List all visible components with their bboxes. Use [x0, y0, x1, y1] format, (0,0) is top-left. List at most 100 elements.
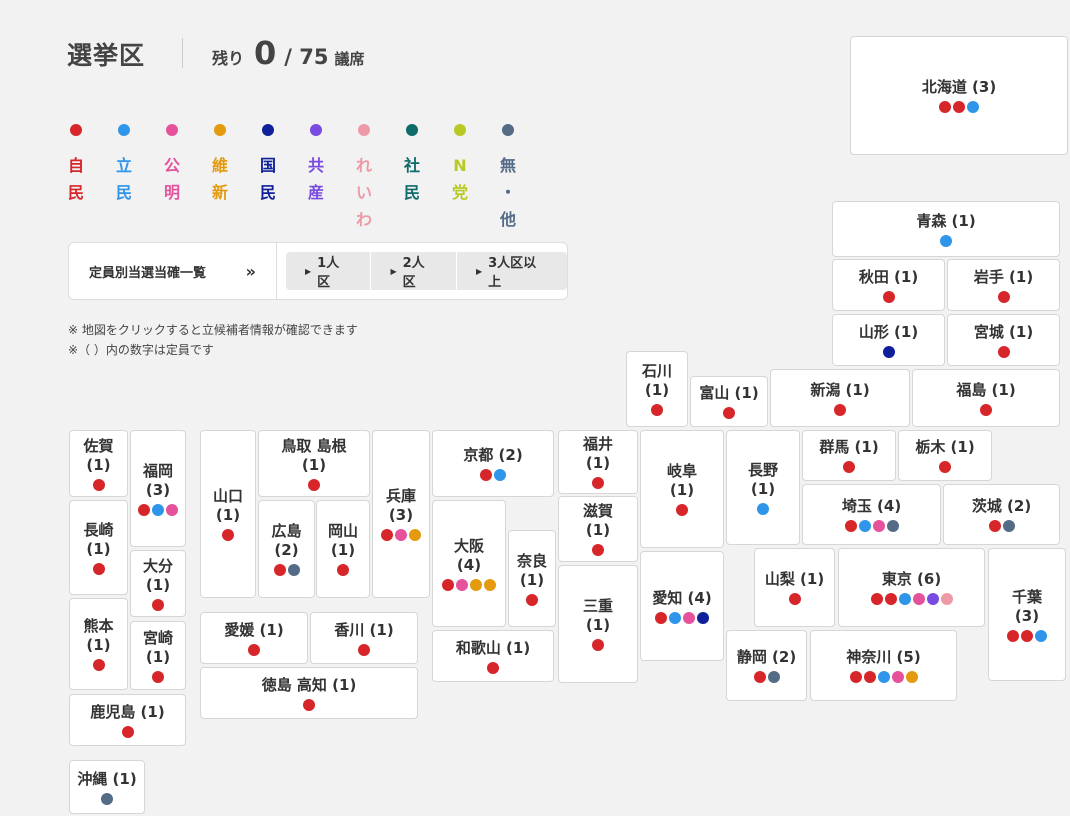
prefecture-niigata[interactable]: 新潟 (1): [770, 369, 910, 427]
prefecture-miyagi[interactable]: 宮城 (1): [947, 314, 1060, 366]
prefecture-okayama[interactable]: 岡山 (1): [316, 500, 370, 598]
notes: ※ 地図をクリックすると立候補者情報が確認できます ※（ ）内の数字は定員です: [68, 320, 358, 360]
party-color-dot: [166, 124, 178, 136]
two-seat-district-button[interactable]: ▶ 2人区: [371, 252, 457, 290]
prefecture-name: 佐賀 (1): [83, 436, 114, 474]
prefecture-hokkaido[interactable]: 北海道 (3): [850, 36, 1068, 155]
prefecture-toyama[interactable]: 富山 (1): [690, 376, 768, 427]
prefecture-iwate[interactable]: 岩手 (1): [947, 259, 1060, 311]
prefecture-name: 岡山 (1): [327, 522, 358, 559]
remaining-label: 残り: [212, 49, 245, 68]
prefecture-nagano[interactable]: 長野 (1): [726, 430, 800, 545]
prefecture-name: 岩手 (1): [973, 267, 1034, 286]
prefecture-name: 石川 (1): [641, 362, 672, 399]
prefecture-nagasaki[interactable]: 長崎 (1): [69, 500, 128, 595]
prefecture-aomori[interactable]: 青森 (1): [832, 201, 1060, 257]
seat-dot-ishin: [470, 578, 482, 591]
prefecture-fukuoka[interactable]: 福岡 (3): [130, 430, 186, 547]
party-abbrev-char: 社: [403, 156, 420, 175]
seat-dots: [121, 725, 134, 738]
prefecture-osaka[interactable]: 大阪 (4): [432, 500, 506, 627]
seat-dot-ldp: [92, 659, 105, 671]
prefecture-kagoshima[interactable]: 鹿児島 (1): [69, 694, 186, 746]
seat-dots: [834, 403, 846, 416]
prefecture-tokyo[interactable]: 東京 (6): [838, 548, 985, 627]
prefecture-shiga[interactable]: 滋賀 (1): [558, 496, 638, 562]
party-abbrev-char: 立: [115, 156, 132, 175]
seat-dots: [273, 564, 300, 576]
prefecture-ishikawa[interactable]: 石川 (1): [626, 351, 688, 427]
legend-item-sdp: 社民: [400, 122, 424, 206]
prefecture-fukui[interactable]: 福井 (1): [558, 430, 638, 494]
prefecture-kumamoto[interactable]: 熊本 (1): [69, 598, 128, 690]
prefecture-shizuoka[interactable]: 静岡 (2): [726, 630, 807, 701]
seat-count-list-link[interactable]: 定員別当選当確一覧 »: [69, 243, 277, 299]
seat-dot-ldp: [988, 520, 1001, 532]
prefecture-kanagawa[interactable]: 神奈川 (5): [810, 630, 957, 701]
prefecture-hyogo[interactable]: 兵庫 (3): [372, 430, 430, 598]
party-abbrev-char: 民: [67, 183, 84, 202]
prefecture-chiba[interactable]: 千葉 (3): [988, 548, 1066, 681]
prefecture-saga[interactable]: 佐賀 (1): [69, 430, 128, 497]
party-abbrev-char: 新: [211, 183, 228, 202]
party-color-dot: [358, 124, 370, 136]
prefecture-name: 兵庫 (3): [385, 487, 416, 524]
seat-dots: [676, 504, 688, 516]
three-plus-seat-district-button[interactable]: ▶ 3人区以上: [457, 252, 567, 290]
prefecture-nara[interactable]: 奈良 (1): [508, 530, 556, 627]
seat-dot-ldp: [152, 598, 164, 611]
party-color-dot: [406, 124, 418, 136]
party-abbrev-char: N: [453, 156, 467, 175]
seat-dot-ldp: [480, 469, 492, 481]
prefecture-oita[interactable]: 大分 (1): [130, 550, 186, 617]
one-seat-district-button[interactable]: ▶ 1人区: [286, 252, 372, 290]
prefecture-yamanashi[interactable]: 山梨 (1): [754, 548, 835, 627]
party-abbrev: 立民: [112, 152, 136, 206]
prefecture-okinawa[interactable]: 沖縄 (1): [69, 760, 145, 814]
legend-item-reiwa: れいわ: [352, 122, 376, 233]
prefecture-akita[interactable]: 秋田 (1): [832, 259, 945, 311]
seat-dot-ldp: [152, 670, 164, 683]
seat-dots: [381, 529, 421, 541]
prefecture-name: 京都 (2): [463, 446, 523, 464]
seat-dots: [442, 578, 496, 591]
prefecture-tochigi[interactable]: 栃木 (1): [898, 430, 992, 481]
legend-item-cdp: 立民: [112, 122, 136, 206]
seat-dots: [358, 643, 370, 656]
prefecture-tottori-shimane[interactable]: 鳥取 島根 (1): [258, 430, 370, 497]
prefecture-mie[interactable]: 三重 (1): [558, 565, 638, 683]
party-abbrev-char: 他: [499, 210, 516, 229]
party-abbrev-char: ・: [499, 183, 516, 202]
prefecture-gunma[interactable]: 群馬 (1): [802, 430, 896, 481]
prefecture-gifu[interactable]: 岐阜 (1): [640, 430, 724, 548]
seat-dots: [92, 478, 105, 491]
prefecture-name: 福井 (1): [582, 435, 613, 472]
seat-dots: [92, 562, 105, 575]
prefecture-ehime[interactable]: 愛媛 (1): [200, 612, 308, 664]
party-abbrev-char: 自: [67, 156, 84, 175]
prefecture-hiroshima[interactable]: 広島 (2): [258, 500, 315, 598]
party-abbrev: 公明: [160, 152, 184, 206]
page-title: 選挙区: [67, 41, 146, 70]
seat-dots: [526, 593, 538, 606]
prefecture-yamaguchi[interactable]: 山口 (1): [200, 430, 256, 598]
seat-dot-ind: [886, 520, 899, 532]
prefecture-yamagata[interactable]: 山形 (1): [832, 314, 945, 366]
party-abbrev-char: 産: [307, 183, 324, 202]
seat-dots: [980, 403, 992, 416]
total-seats: / 75: [284, 45, 329, 69]
prefecture-saitama[interactable]: 埼玉 (4): [802, 484, 941, 545]
prefecture-tokushima-kochi[interactable]: 徳島 高知 (1): [200, 667, 418, 719]
prefecture-miyazaki[interactable]: 宮崎 (1): [130, 621, 186, 690]
seat-dot-cdp: [877, 671, 890, 683]
prefecture-ibaraki[interactable]: 茨城 (2): [943, 484, 1060, 545]
prefecture-fukushima[interactable]: 福島 (1): [912, 369, 1060, 427]
seat-dot-ldp: [1021, 629, 1033, 642]
party-color-dot: [262, 124, 274, 136]
party-abbrev: 無・他: [496, 152, 520, 233]
prefecture-aichi[interactable]: 愛知 (4): [640, 551, 724, 661]
seat-dot-ldp: [723, 407, 735, 419]
prefecture-kagawa[interactable]: 香川 (1): [310, 612, 418, 664]
prefecture-wakayama[interactable]: 和歌山 (1): [432, 630, 554, 682]
prefecture-kyoto[interactable]: 京都 (2): [432, 430, 554, 497]
